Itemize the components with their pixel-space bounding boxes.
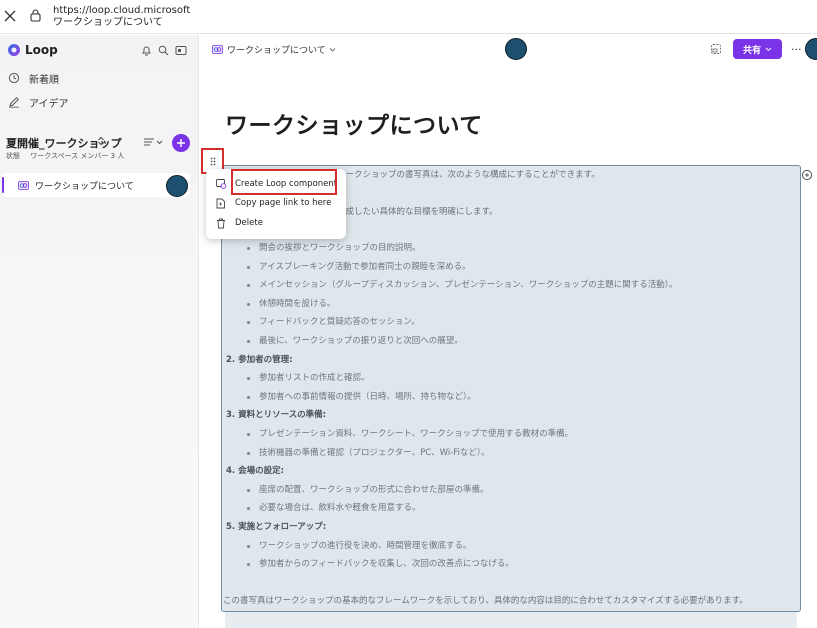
loop-page-icon	[18, 180, 29, 190]
menu-item-delete[interactable]: Delete	[206, 214, 346, 232]
section-heading: 3. 資料とリソースの準備:	[226, 410, 327, 421]
more-options-button[interactable]: ···	[791, 43, 802, 56]
breadcrumb[interactable]: ワークショップについて	[212, 43, 336, 56]
comment-icon[interactable]	[801, 169, 813, 181]
address-url[interactable]: https://loop.cloud.microsoft	[53, 5, 190, 17]
grip-icon	[210, 157, 216, 166]
sidebar-page-item[interactable]: ワークショップについて	[2, 173, 190, 197]
list-item: 参加者への事前情報の提供（日時、場所、持ち物など）。	[259, 391, 476, 402]
list-item: 座席の配置、ワークショップの形式に合わせた部屋の準備。	[259, 484, 489, 495]
avatar	[505, 38, 527, 60]
present-icon[interactable]	[710, 43, 722, 55]
search-icon[interactable]	[158, 45, 169, 56]
loop-component-icon	[216, 179, 227, 189]
goal-text: 達成したい具体的な目標を明確にします。	[337, 207, 498, 217]
sidebar-item-label: アイデア	[29, 98, 69, 110]
workspace-subtitle: 状態 ワークスペース メンバー 3 人	[6, 151, 124, 161]
app-logo[interactable]: Loop	[7, 43, 58, 57]
browser-title-bar: https://loop.cloud.microsoft ワークショップについて	[0, 0, 817, 34]
section-heading: 5. 実施とフォローアップ:	[226, 522, 327, 532]
list-item: プレゼンテーション資料、ワークシート、ワークショップで使用する教材の準備。	[259, 429, 574, 439]
workspace-members: ワークスペース メンバー 3 人	[30, 152, 125, 160]
bullet	[247, 265, 250, 269]
active-indicator	[2, 177, 4, 193]
section-heading: 4. 会場の設定:	[226, 466, 285, 477]
list-item: 参加者からのフィードバックを収集し、次回の改善点につなげる。	[259, 559, 514, 570]
page-title[interactable]: ワークショップについて	[225, 106, 483, 140]
list-item: 開会の挨拶とワークショップの目的説明。	[259, 243, 421, 253]
list-item: フィードバックと質疑応答のセッション。	[259, 317, 420, 328]
close-icon[interactable]	[4, 10, 16, 22]
bullet	[247, 488, 250, 492]
page-link-icon	[216, 198, 226, 209]
list-item: ワークショップの進行役を決め、時間管理を徹底する。	[259, 540, 472, 551]
footer-text: この書写真はワークショップの基本的なフレームワークを示しており、具体的な内容は目…	[223, 596, 748, 606]
bullet	[247, 302, 250, 306]
bullet	[247, 395, 250, 399]
page-header: ワークショップについて 共有 ···	[200, 35, 817, 65]
chevron-down-icon	[765, 47, 772, 52]
clock-icon	[8, 72, 20, 84]
sidebar-item-recent[interactable]: 新着順	[8, 68, 59, 88]
chevron-down-icon	[329, 47, 336, 53]
bullet	[247, 433, 250, 436]
workspace-status-label: 状態	[6, 152, 20, 160]
breadcrumb-label: ワークショップについて	[227, 46, 326, 56]
share-button[interactable]: 共有	[733, 39, 782, 59]
sidebar-item-label: 新着順	[29, 74, 59, 86]
pen-icon	[8, 96, 20, 108]
site-info-icon[interactable]	[30, 9, 41, 22]
menu-item-copy-page-link[interactable]: Copy page link to here	[206, 194, 346, 212]
loop-logo-icon	[7, 43, 21, 57]
avatar	[805, 38, 817, 60]
app-name: Loop	[25, 43, 58, 57]
intro-text: ワークショップの書写真は、次のような構成にすることができます。	[337, 170, 600, 180]
page-item-label: ワークショップについて	[35, 181, 134, 192]
panel-toggle-icon[interactable]	[175, 45, 187, 56]
menu-item-label: Delete	[235, 218, 263, 228]
sidebar: Loop 新着順 アイデア 夏開催_ワークショップ 状態 ワークスペース メンバ…	[0, 35, 199, 628]
loop-page-icon	[212, 45, 223, 54]
content-scroll-area	[225, 612, 797, 628]
bullet	[247, 451, 250, 455]
list-item: アイスブレーキング活動で参加者同士の親睦を深める。	[259, 261, 471, 272]
chevron-updown-icon[interactable]	[97, 136, 105, 146]
menu-item-label: Copy page link to here	[235, 198, 332, 208]
list-item: 休憩時間を設ける。	[259, 298, 336, 309]
sidebar-item-ideas[interactable]: アイデア	[8, 92, 69, 112]
highlight-create-loop-component	[231, 169, 337, 195]
bullet	[247, 544, 250, 548]
bullet	[247, 247, 250, 250]
bell-icon[interactable]	[141, 45, 152, 56]
plus-icon	[177, 139, 185, 147]
share-label: 共有	[742, 45, 761, 56]
list-item: メインセッション（グループディスカッション、プレゼンテーション、ワークショップの…	[259, 280, 678, 291]
list-sort-icon[interactable]	[143, 137, 163, 147]
list-item: 技術機器の準備と確認（プロジェクター、PC、Wi-Fiなど）。	[259, 447, 490, 458]
list-item: 最後に、ワークショップの振り返りと次回への展望。	[259, 336, 463, 346]
avatar	[166, 175, 188, 197]
browser-page-title: ワークショップについて	[53, 17, 163, 28]
add-page-button[interactable]	[172, 134, 190, 152]
list-item: 必要な場合は、飲料水や軽食を用意する。	[259, 503, 421, 514]
list-item: 参加者リストの作成と確認。	[259, 373, 370, 384]
bullet	[247, 340, 250, 343]
section-heading: 2. 参加者の管理:	[226, 354, 293, 365]
trash-icon	[216, 218, 226, 229]
